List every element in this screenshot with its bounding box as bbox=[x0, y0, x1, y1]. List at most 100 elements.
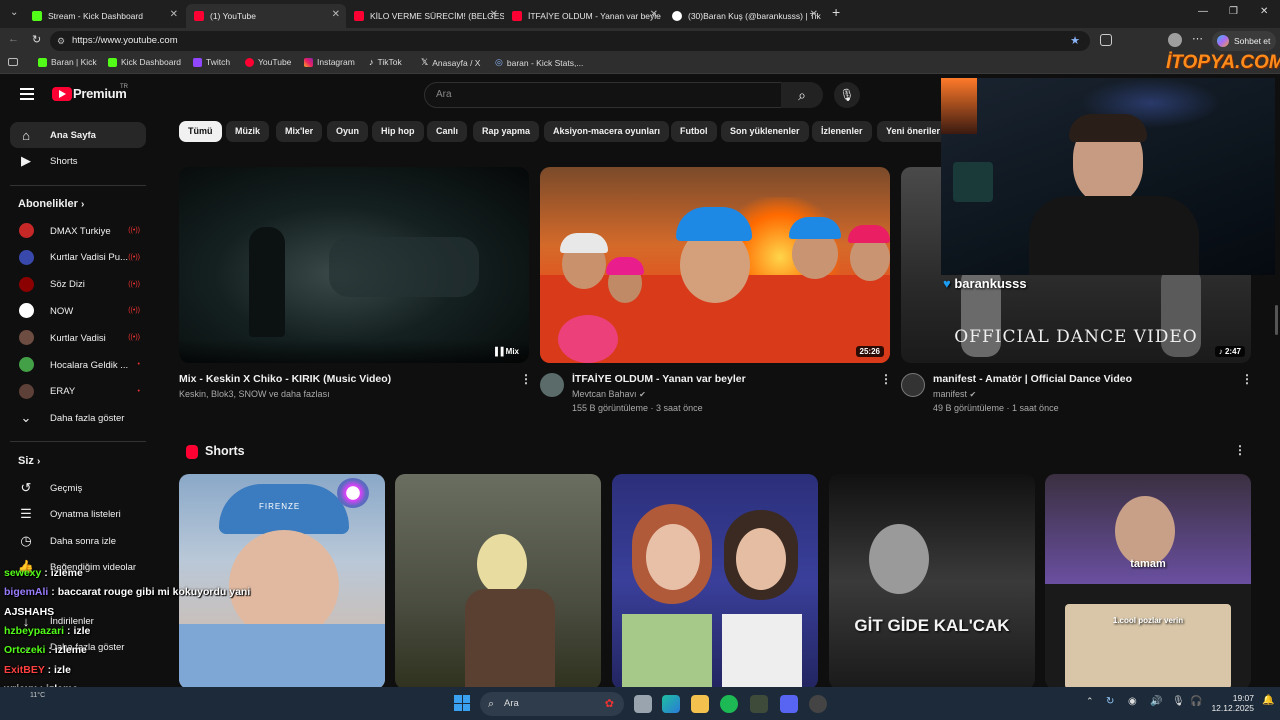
filter-chip[interactable]: Futbol bbox=[671, 121, 717, 142]
filter-chip[interactable]: Canlı bbox=[427, 121, 468, 142]
youtube-logo-icon[interactable] bbox=[52, 87, 72, 101]
video-menu-icon[interactable]: ⋮ bbox=[880, 372, 892, 386]
short-thumbnail[interactable] bbox=[395, 474, 601, 687]
task-view-icon[interactable] bbox=[634, 695, 652, 713]
video-channel[interactable]: Mevtcan Bahavı ✔ bbox=[572, 389, 646, 399]
video-menu-icon[interactable]: ⋮ bbox=[1241, 372, 1253, 386]
video-thumbnail[interactable]: 25:26 bbox=[540, 167, 890, 363]
taskbar-search[interactable]: ⌕ Ara ✿ bbox=[480, 692, 624, 716]
sync-icon[interactable]: ↻ bbox=[1106, 696, 1114, 707]
sidebar-subscription-item[interactable]: Kurtlar Vadisi Pu... ((•)) bbox=[10, 245, 146, 271]
site-info-icon[interactable]: ⚙ bbox=[57, 31, 65, 51]
video-menu-icon[interactable]: ⋮ bbox=[520, 372, 532, 386]
tray-overflow-icon[interactable]: ⌃ bbox=[1086, 696, 1094, 707]
close-icon[interactable]: ✕ bbox=[650, 9, 658, 20]
filter-chip[interactable]: İzlenenler bbox=[812, 121, 872, 142]
sidebar-subscription-item[interactable]: Kurtlar Vadisi ((•)) bbox=[10, 325, 146, 351]
tab-itfaiye[interactable]: İTFAİYE OLDUM - Yanan var beyle ✕ bbox=[504, 4, 664, 28]
bookmark-tiktok[interactable]: ♪ TikTok bbox=[369, 57, 402, 67]
channel-avatar[interactable] bbox=[540, 373, 564, 397]
sidebar-subscription-item[interactable]: NOW ((•)) bbox=[10, 298, 146, 324]
maximize-icon[interactable]: ❐ bbox=[1229, 6, 1238, 17]
close-icon[interactable]: ✕ bbox=[170, 9, 178, 20]
bookmark-baran-kick[interactable]: Baran | Kick bbox=[38, 57, 97, 67]
tab-youtube[interactable]: (1) YouTube ✕ bbox=[186, 4, 346, 28]
file-explorer-icon[interactable] bbox=[691, 695, 709, 713]
close-icon[interactable]: ✕ bbox=[810, 9, 818, 20]
bookmark-twitch[interactable]: Twitch bbox=[193, 57, 230, 67]
edge-icon[interactable] bbox=[662, 695, 680, 713]
filter-chip[interactable]: Tümü bbox=[179, 121, 222, 142]
premium-logo-text[interactable]: Premium bbox=[73, 86, 127, 101]
video-title[interactable]: İTFAİYE OLDUM - Yanan var beyler bbox=[572, 373, 746, 385]
scrollbar-thumb[interactable] bbox=[1275, 305, 1278, 335]
tab-kick-dashboard[interactable]: Stream - Kick Dashboard ✕ bbox=[24, 4, 184, 28]
profile-avatar[interactable] bbox=[1168, 33, 1182, 47]
search-button[interactable]: ⌕ bbox=[781, 82, 823, 108]
back-icon[interactable]: ← bbox=[8, 33, 19, 45]
headset-icon[interactable]: 🎧 bbox=[1190, 696, 1202, 707]
voice-search-button[interactable]: 🎙 bbox=[834, 82, 860, 108]
bookmark-instagram[interactable]: Instagram bbox=[304, 57, 355, 67]
sidebar-subscription-item[interactable]: ERAY • bbox=[10, 379, 146, 405]
filter-chip[interactable]: Yeni öneriler bbox=[877, 121, 950, 142]
video-channel[interactable]: Keskin, Blok3, SNOW ve daha fazlası bbox=[179, 389, 330, 399]
tab-search-icon[interactable]: ⌄ bbox=[10, 7, 18, 18]
url-field[interactable]: ⚙ https://www.youtube.com ★ bbox=[50, 31, 1090, 51]
tab-tiktok[interactable]: (30)Baran Kuş (@barankusss) | Tik ✕ bbox=[664, 4, 824, 28]
close-icon[interactable]: ✕ bbox=[332, 9, 340, 20]
sidebar-subscription-item[interactable]: Söz Dizi ((•)) bbox=[10, 272, 146, 298]
sidebar-subscription-item[interactable]: DMAX Turkiye ((•)) bbox=[10, 218, 146, 244]
sidebar-item-history[interactable]: ↺ Geçmiş bbox=[10, 475, 146, 501]
subscriptions-heading[interactable]: Abonelikler › bbox=[18, 198, 84, 210]
sidebar-item-home[interactable]: ⌂ Ana Sayfa bbox=[10, 122, 146, 148]
search-input[interactable]: Ara bbox=[424, 82, 782, 108]
video-title[interactable]: Mix - Keskin X Chiko - KIRIK (Music Vide… bbox=[179, 373, 391, 385]
filter-chip[interactable]: Müzik bbox=[226, 121, 270, 142]
bookmark-x[interactable]: 𝕏 Anasayfa / X bbox=[421, 57, 480, 68]
clock[interactable]: 19:07 12.12.2025 bbox=[1202, 693, 1254, 713]
new-tab-icon[interactable]: + bbox=[832, 4, 840, 20]
filter-chip[interactable]: Rap yapma bbox=[473, 121, 540, 142]
hamburger-menu-icon[interactable] bbox=[20, 88, 34, 100]
short-thumbnail[interactable]: tamam 1.cool pozlar verin bbox=[1045, 474, 1251, 687]
windows-start-icon[interactable] bbox=[454, 695, 470, 711]
reading-list-icon[interactable] bbox=[8, 58, 18, 66]
video-channel[interactable]: manifest ✔ bbox=[933, 389, 976, 399]
window-close-icon[interactable]: ✕ bbox=[1260, 6, 1268, 17]
nvidia-icon[interactable] bbox=[750, 695, 768, 713]
filter-chip[interactable]: Aksiyon-macera oyunları bbox=[544, 121, 670, 142]
discord-icon[interactable] bbox=[780, 695, 798, 713]
filter-chip[interactable]: Son yüklenenler bbox=[721, 121, 809, 142]
filter-chip[interactable]: Mix'ler bbox=[276, 121, 323, 142]
show-more-subscriptions[interactable]: ⌄ Daha fazla göster bbox=[10, 405, 146, 431]
bookmark-kick-dashboard[interactable]: Kick Dashboard bbox=[108, 57, 181, 67]
filter-chip[interactable]: Hip hop bbox=[372, 121, 424, 142]
bookmark-youtube[interactable]: YouTube bbox=[245, 57, 291, 67]
video-thumbnail[interactable]: ▐▐ Mix bbox=[179, 167, 529, 363]
speaker-icon[interactable]: 🔊 bbox=[1150, 696, 1162, 707]
shorts-menu-icon[interactable]: ⋮ bbox=[1234, 443, 1246, 457]
sidebar-subscription-item[interactable]: Hocalara Geldik ... • bbox=[10, 352, 146, 378]
refresh-icon[interactable]: ↻ bbox=[32, 33, 41, 46]
extensions-icon[interactable] bbox=[1100, 34, 1112, 46]
filter-chip[interactable]: Oyun bbox=[327, 121, 369, 142]
discord-tray-icon[interactable]: ◉ bbox=[1128, 696, 1137, 707]
favorite-star-icon[interactable]: ★ bbox=[1070, 31, 1080, 51]
short-thumbnail[interactable]: GİT GİDE KAL'CAK bbox=[829, 474, 1035, 687]
sidebar-item-playlists[interactable]: ☰ Oynatma listeleri bbox=[10, 501, 146, 527]
short-thumbnail[interactable] bbox=[612, 474, 818, 687]
notifications-icon[interactable]: 🔔 bbox=[1262, 695, 1274, 706]
close-icon[interactable]: ✕ bbox=[490, 9, 498, 20]
sidebar-item-watch-later[interactable]: ◷ Daha sonra izle bbox=[10, 528, 146, 554]
video-title[interactable]: manifest - Amatör | Official Dance Video bbox=[933, 373, 1132, 385]
tab-kilo-verme[interactable]: KİLO VERME SÜRECİM! (BELGESEL ✕ bbox=[346, 4, 504, 28]
you-heading[interactable]: Siz › bbox=[18, 455, 40, 467]
bookmark-kick-stats[interactable]: ◎ baran - Kick Stats,... bbox=[495, 57, 583, 68]
minimize-icon[interactable]: — bbox=[1198, 6, 1208, 17]
microphone-icon[interactable]: 🎙 bbox=[1172, 696, 1185, 707]
copilot-chat-button[interactable]: Sohbet et bbox=[1212, 31, 1276, 51]
spotify-icon[interactable] bbox=[720, 695, 738, 713]
channel-avatar[interactable] bbox=[901, 373, 925, 397]
obs-icon[interactable] bbox=[809, 695, 827, 713]
